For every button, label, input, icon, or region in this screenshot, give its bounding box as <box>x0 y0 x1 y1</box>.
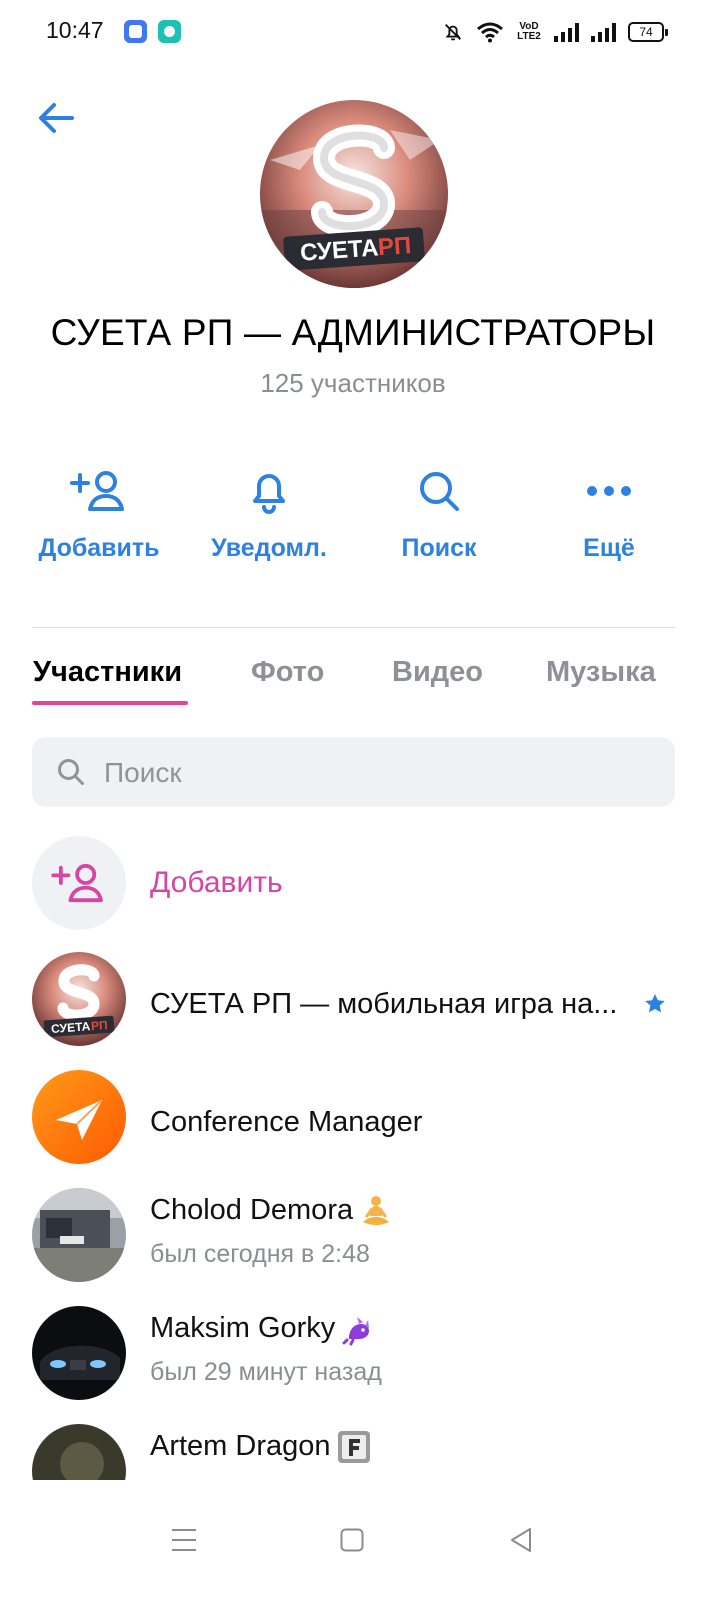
mute-bell-icon <box>445 24 461 41</box>
add-member-avatar <box>32 836 126 930</box>
star-icon <box>645 994 665 1013</box>
member-search-input[interactable]: Поиск <box>32 737 675 807</box>
search-placeholder: Поиск <box>104 757 182 788</box>
back-nav-button[interactable] <box>491 1510 551 1570</box>
tab-members[interactable]: Участники <box>33 656 182 689</box>
list-item[interactable]: СУЕТА РП СУЕТА РП — мобильная игра на... <box>0 952 720 1062</box>
member-name: Conference Manager <box>150 1106 423 1138</box>
status-icons: VoD LTE2 74 <box>442 18 668 46</box>
status-time: 10:47 <box>46 17 104 43</box>
more-label: Ещё <box>583 534 635 562</box>
menu-nav-button[interactable] <box>154 1510 214 1570</box>
tab-music[interactable]: Музыка <box>546 656 656 689</box>
member-name-text: Artem Dragon <box>150 1430 331 1462</box>
f-square-emoji-icon <box>337 1431 370 1464</box>
back-button[interactable] <box>32 96 80 140</box>
menu-icon <box>172 1529 196 1551</box>
tab-video[interactable]: Видео <box>392 656 483 689</box>
tab-underline <box>32 701 188 705</box>
search-icon <box>58 759 84 785</box>
search-action[interactable]: Поиск <box>354 464 524 563</box>
member-name-text: Cholod Demora <box>150 1194 354 1226</box>
member-count[interactable]: 125 участников <box>0 368 706 399</box>
cover-logo-accent: РП <box>377 232 412 261</box>
add-member-action[interactable]: Добавить <box>14 464 184 563</box>
chat-avatar[interactable]: СУЕТА РП <box>260 100 448 288</box>
list-item[interactable]: Conference Manager <box>0 1070 720 1180</box>
avatar: СУЕТА РП <box>32 952 126 1046</box>
action-bar: Добавить Уведомл. Поиск Ещё <box>14 464 694 574</box>
app-notification-icon <box>124 20 147 43</box>
avatar <box>32 1306 126 1400</box>
list-item[interactable]: Maksim Gorky был 29 минут назад <box>0 1306 720 1416</box>
member-name-text: Maksim Gorky <box>150 1312 336 1344</box>
member-name: Cholod Demora <box>150 1194 393 1228</box>
dragon-emoji-icon <box>342 1317 370 1346</box>
signal-icon-1 <box>554 22 579 42</box>
meditation-emoji-icon <box>363 1196 390 1226</box>
tab-photo[interactable]: Фото <box>251 656 324 689</box>
notifications-action[interactable]: Уведомл. <box>184 464 354 563</box>
add-user-icon <box>51 863 103 903</box>
avatar-logo-accent: РП <box>91 1018 109 1033</box>
more-icon <box>587 486 631 496</box>
chat-notification-icon <box>158 20 181 43</box>
more-action[interactable]: Ещё <box>524 464 694 563</box>
member-name: Maksim Gorky <box>150 1312 375 1346</box>
bell-icon <box>253 474 285 514</box>
signal-icon-2 <box>591 22 616 42</box>
home-nav-button[interactable] <box>322 1510 382 1570</box>
volte-indicator: VoD LTE2 <box>516 22 542 42</box>
member-name: СУЕТА РП — мобильная игра на... <box>150 988 618 1020</box>
add-user-icon <box>70 471 124 511</box>
member-status: был 29 минут назад <box>150 1358 382 1386</box>
back-triangle-icon <box>511 1528 531 1552</box>
volte-bottom: LTE2 <box>517 31 541 42</box>
wifi-icon <box>477 22 503 43</box>
avatar-logo-text: СУЕТА <box>51 1019 91 1036</box>
battery-icon: 74 <box>628 22 668 42</box>
search-label: Поиск <box>401 534 477 562</box>
cover-logo-text: СУЕТА <box>299 234 379 266</box>
add-member-label: Добавить <box>38 534 160 562</box>
arrow-left-icon <box>39 103 74 133</box>
chat-title: СУЕТА РП — АДМИНИСТРАТОРЫ <box>50 312 656 353</box>
avatar <box>32 1070 126 1164</box>
avatar <box>32 1188 126 1282</box>
divider <box>32 627 675 628</box>
member-status: был сегодня в 2:48 <box>150 1240 370 1268</box>
notifications-label: Уведомл. <box>211 534 327 562</box>
status-bar: 10:47 VoD LTE2 74 <box>0 0 720 64</box>
list-item[interactable]: Cholod Demora был сегодня в 2:48 <box>0 1188 720 1298</box>
system-nav-bar <box>0 1480 720 1600</box>
member-name: Artem Dragon <box>150 1430 371 1464</box>
search-icon <box>420 472 459 511</box>
home-square-icon <box>340 1528 364 1552</box>
add-member-row[interactable]: Добавить <box>0 834 720 944</box>
add-member-label: Добавить <box>150 866 283 899</box>
